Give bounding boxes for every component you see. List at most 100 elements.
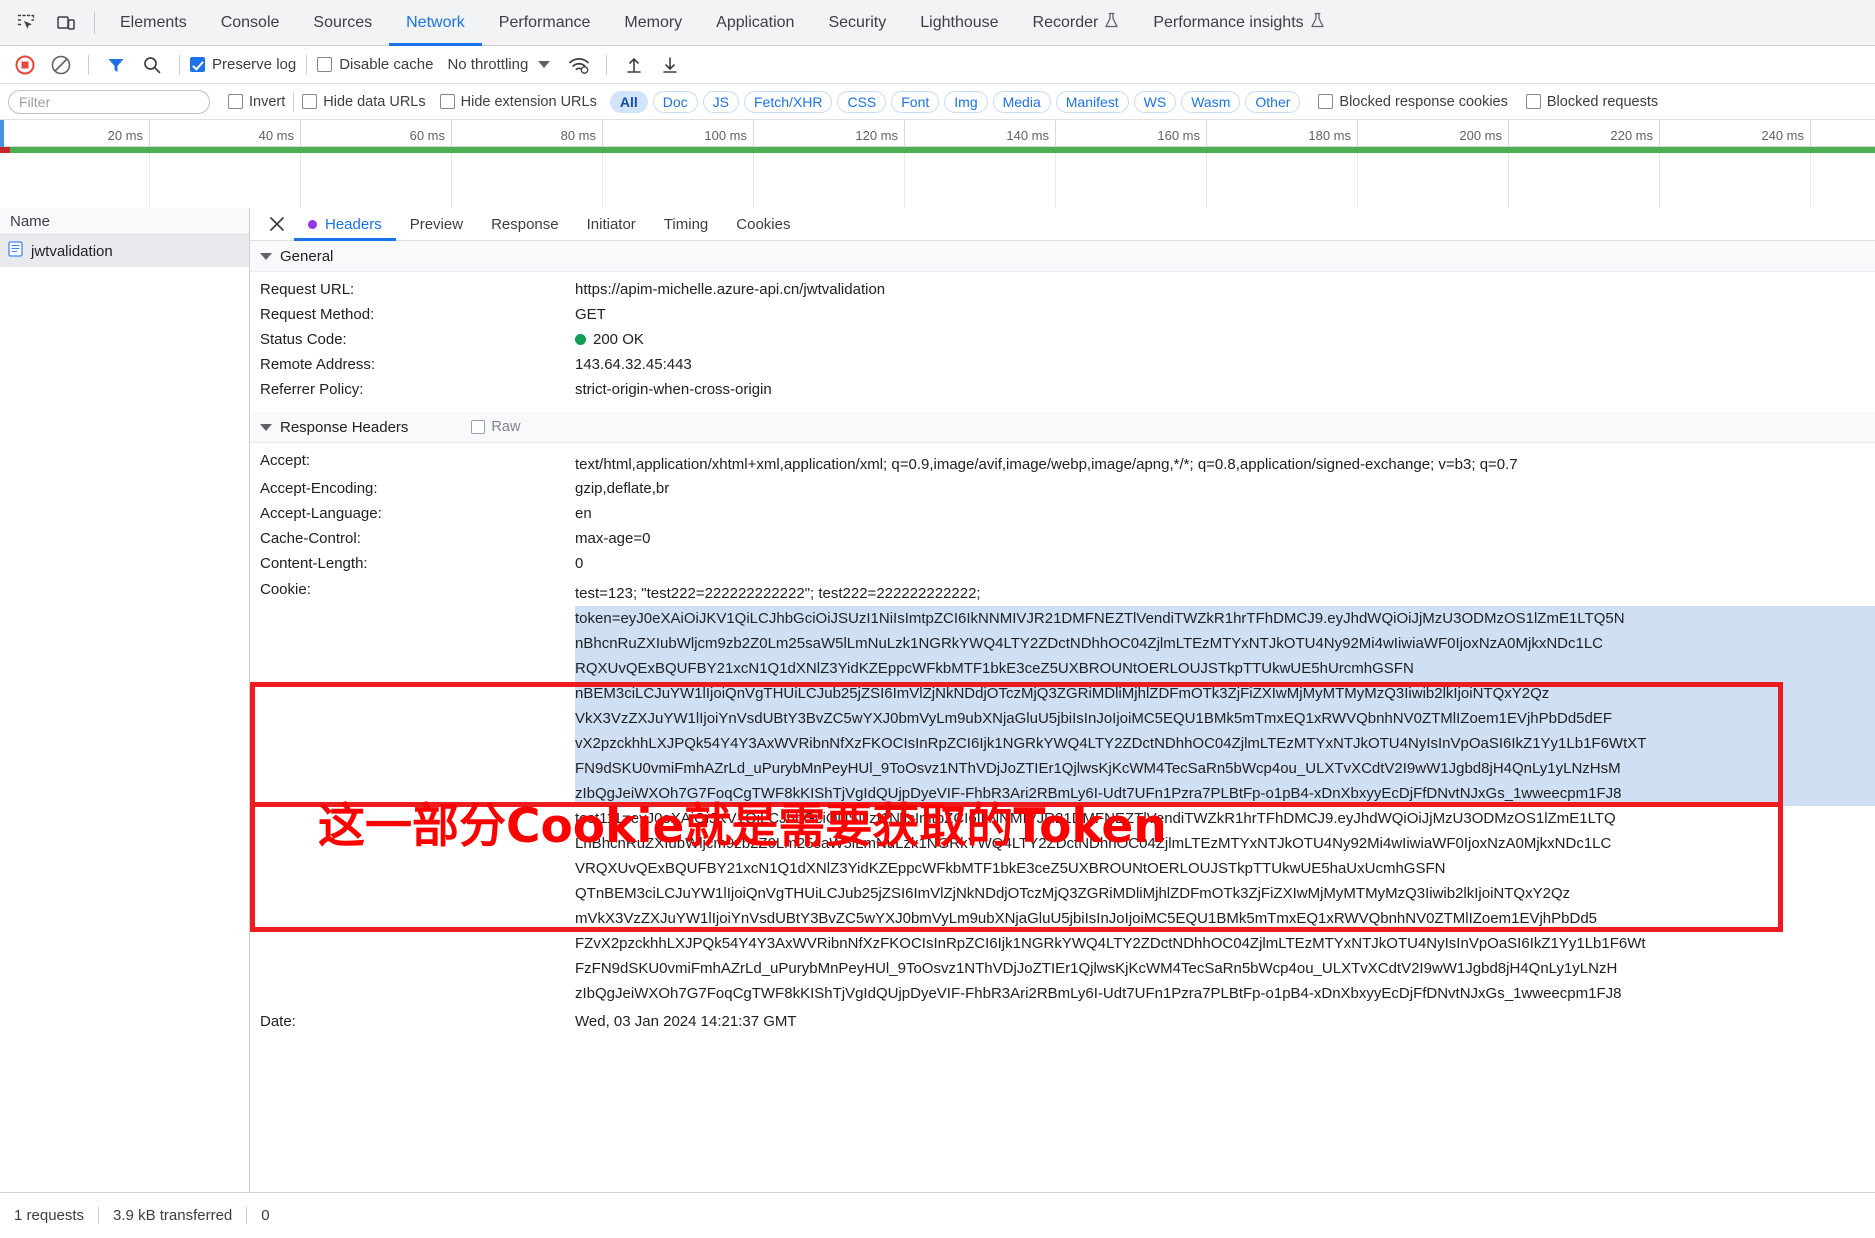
preserve-log-checkbox[interactable]: Preserve log [190, 56, 296, 73]
header-key: Status Code: [260, 328, 575, 348]
header-row-date: Date: Wed, 03 Jan 2024 14:21:37 GMT [250, 1010, 1875, 1035]
tab-performance[interactable]: Performance [482, 0, 608, 46]
filter-pill-js[interactable]: JS [703, 91, 739, 113]
invert-label: Invert [249, 94, 285, 110]
token-line: zIbQgJeiWXOh7G7FoqCgTWF8kKIShTjVgIdQUjpD… [575, 781, 1875, 806]
raw-toggle[interactable]: Raw [471, 419, 520, 435]
tab-recorder[interactable]: Recorder [1016, 0, 1137, 46]
blocked-requests-checkbox[interactable]: Blocked requests [1526, 94, 1658, 110]
blocked-response-cookies-checkbox[interactable]: Blocked response cookies [1318, 94, 1507, 110]
ruler-tick: 220 ms [1509, 120, 1660, 147]
timeline-ruler: 20 ms 40 ms 60 ms 80 ms 100 ms 120 ms 14… [0, 120, 1875, 147]
detail-tabs: Headers Preview Response Initiator Timin… [250, 208, 1875, 241]
filter-pill-font[interactable]: Font [891, 91, 939, 113]
header-row: Status Code: 200 OK [250, 328, 1875, 353]
device-toolbar-icon[interactable] [46, 3, 86, 43]
inspect-icon[interactable] [6, 3, 46, 43]
network-filterbar: Invert Hide data URLs Hide extension URL… [0, 84, 1875, 120]
token-line: nBEM3ciLCJuYW1lIjoiQnVgTHUiLCJub25jZSI6I… [575, 681, 1875, 706]
network-conditions-icon[interactable] [562, 49, 596, 81]
throttling-value: No throttling [447, 56, 528, 73]
request-row-jwtvalidation[interactable]: jwtvalidation [0, 235, 249, 267]
section-response-headers[interactable]: Response Headers Raw [250, 412, 1875, 443]
ruler-tick: 100 ms [603, 120, 754, 147]
header-row: Content-Length: 0 [250, 552, 1875, 577]
test111-line: FzFN9dSKU0vmiFmhAZrLd_uPurybMnPeyHUl_9To… [575, 956, 1875, 981]
tab-security[interactable]: Security [811, 0, 903, 46]
record-stop-icon[interactable] [8, 49, 42, 81]
ruler-tick: 80 ms [452, 120, 603, 147]
flask-icon [1104, 12, 1119, 34]
tab-console[interactable]: Console [204, 0, 297, 46]
detail-tab-headers[interactable]: Headers [294, 208, 396, 241]
network-overview[interactable]: 20 ms 40 ms 60 ms 80 ms 100 ms 120 ms 14… [0, 120, 1875, 214]
clear-network-log-icon[interactable] [44, 49, 78, 81]
hide-extension-urls-checkbox[interactable]: Hide extension URLs [440, 94, 597, 110]
blocked-response-cookies-label: Blocked response cookies [1339, 94, 1507, 110]
header-row-cookie: Cookie: test=123; "test222=222222222222"… [250, 578, 1875, 1006]
export-har-icon[interactable] [653, 49, 687, 81]
checkbox-box [1318, 94, 1333, 109]
filter-pill-wasm[interactable]: Wasm [1181, 91, 1240, 113]
filter-pill-css[interactable]: CSS [837, 91, 886, 113]
import-har-icon[interactable] [617, 49, 651, 81]
column-header-name[interactable]: Name [0, 208, 249, 235]
tab-sources[interactable]: Sources [296, 0, 389, 46]
header-value: Wed, 03 Jan 2024 14:21:37 GMT [575, 1010, 1875, 1030]
filter-pill-other[interactable]: Other [1245, 91, 1300, 113]
filter-pill-img[interactable]: Img [944, 91, 987, 113]
filter-pill-all[interactable]: All [610, 91, 648, 113]
header-value: gzip,deflate,br [575, 477, 1875, 497]
detail-tab-timing[interactable]: Timing [650, 208, 722, 241]
header-key: Remote Address: [260, 353, 575, 373]
section-general[interactable]: General [250, 241, 1875, 272]
tab-elements[interactable]: Elements [103, 0, 204, 46]
devtools-window: Elements Console Sources Network Perform… [0, 0, 1875, 1238]
search-icon[interactable] [135, 49, 169, 81]
header-row: Accept-Encoding: gzip,deflate,br [250, 477, 1875, 502]
header-row: Accept: text/html,application/xhtml+xml,… [250, 449, 1875, 477]
ruler-tick: 20 ms [0, 120, 150, 147]
preserve-log-label: Preserve log [212, 56, 296, 73]
close-icon[interactable] [260, 208, 294, 241]
filter-icon[interactable] [99, 49, 133, 81]
filter-pill-manifest[interactable]: Manifest [1056, 91, 1129, 113]
tab-memory[interactable]: Memory [607, 0, 699, 46]
header-key: Content-Length: [260, 552, 575, 572]
header-key: Referrer Policy: [260, 378, 575, 398]
header-row: Remote Address: 143.64.32.45:443 [250, 353, 1875, 378]
hide-data-urls-checkbox[interactable]: Hide data URLs [302, 94, 425, 110]
tab-network[interactable]: Network [389, 0, 482, 46]
filter-pill-fetch-xhr[interactable]: Fetch/XHR [744, 91, 832, 113]
test111-line: QTnBEM3ciLCJuYW1lIjoiQnVgTHUiLCJub25jZSI… [575, 881, 1875, 906]
filter-pill-doc[interactable]: Doc [653, 91, 698, 113]
chevron-down-icon [260, 253, 272, 260]
tab-lighthouse[interactable]: Lighthouse [903, 0, 1015, 46]
throttling-dropdown[interactable]: No throttling [447, 56, 550, 73]
detail-tab-initiator[interactable]: Initiator [573, 208, 650, 241]
header-row: Request URL: https://apim-michelle.azure… [250, 278, 1875, 303]
test111-line: LnBhcnRuZXIubWljcm9zb2Z0Lm25saW5lLmNuLzk… [575, 831, 1875, 856]
filter-input[interactable] [8, 90, 210, 114]
header-row: Request Method: GET [250, 303, 1875, 328]
tab-performance-insights[interactable]: Performance insights [1136, 0, 1341, 46]
disable-cache-checkbox[interactable]: Disable cache [317, 56, 433, 73]
filter-pill-media[interactable]: Media [993, 91, 1051, 113]
header-value: 0 [575, 552, 1875, 572]
token-line: FN9dSKU0vmiFmhAZrLd_uPurybMnPeyHUl_9ToOs… [575, 756, 1875, 781]
network-main: Name jwtvalidation [0, 208, 1875, 1192]
detail-tab-response[interactable]: Response [477, 208, 573, 241]
header-value-cookie[interactable]: test=123; "test222=222222222222"; test22… [575, 578, 1875, 1006]
detail-tab-preview[interactable]: Preview [396, 208, 477, 241]
invert-checkbox[interactable]: Invert [228, 94, 285, 110]
request-count: 1 requests [0, 1207, 98, 1224]
header-value[interactable]: https://apim-michelle.azure-api.cn/jwtva… [575, 278, 1875, 298]
token-line: RQXUvQExBQUFBY21xcN1Q1dXNlZ3YidKZEppcWFk… [575, 656, 1875, 681]
header-row: Referrer Policy: strict-origin-when-cros… [250, 378, 1875, 403]
detail-tab-cookies[interactable]: Cookies [722, 208, 804, 241]
filter-pill-ws[interactable]: WS [1134, 91, 1177, 113]
header-key: Accept: [260, 449, 575, 469]
tab-application[interactable]: Application [699, 0, 811, 46]
test111-line: FZvX2pzckhhLXJPQk54Y4Y3AxWVRibnNfXzFKOCI… [575, 931, 1875, 956]
chevron-down-icon [538, 61, 550, 68]
